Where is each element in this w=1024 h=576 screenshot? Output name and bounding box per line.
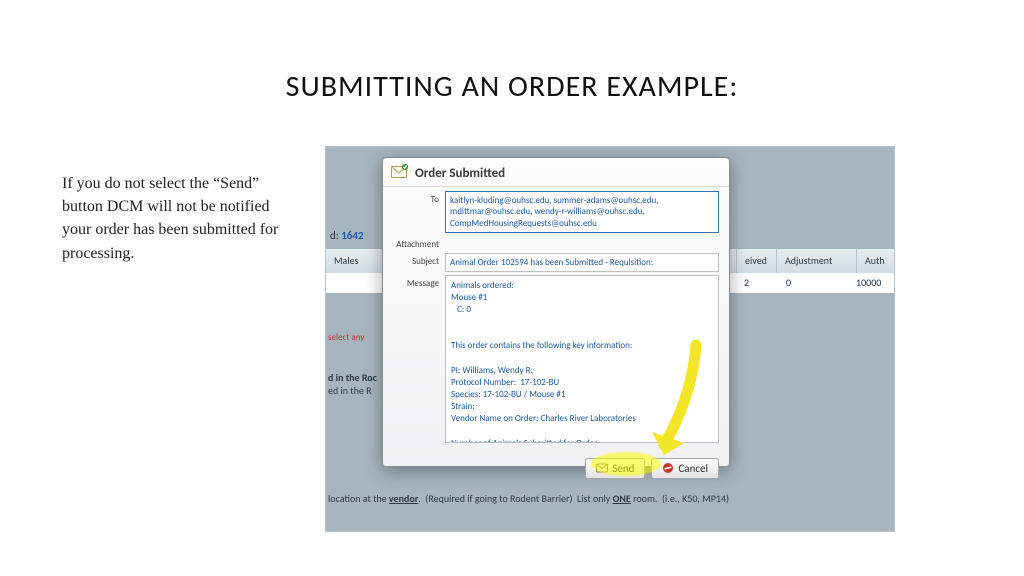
- slide: SUBMITTING AN ORDER EXAMPLE: If you do n…: [0, 0, 1024, 576]
- envelope-icon: [596, 462, 608, 474]
- send-button[interactable]: Send: [585, 458, 645, 479]
- dialog-title-bar: Order Submitted: [383, 158, 729, 187]
- app-screenshot: d: 1642 Males eived Adjustment Auth 2 0 …: [325, 146, 895, 532]
- bg-id: d: 1642: [326, 229, 364, 242]
- subject-field[interactable]: Animal Order 102594 has been Submitted -…: [445, 253, 719, 272]
- order-submitted-dialog: Order Submitted To kaitlyn-kluding@ouhsc…: [382, 157, 730, 467]
- dialog-footer: Send Cancel: [383, 452, 729, 487]
- bg-footer-text: location at the vendor. (Required if goi…: [328, 492, 892, 505]
- send-label: Send: [612, 462, 634, 475]
- dialog-title: Order Submitted: [415, 166, 505, 181]
- cancel-icon: [662, 462, 674, 474]
- subject-label: Subject: [393, 253, 445, 267]
- bg-red-text: select any: [328, 332, 364, 343]
- attachment-label: Attachment: [393, 236, 445, 250]
- slide-title: SUBMITTING AN ORDER EXAMPLE:: [0, 68, 1024, 105]
- dialog-body: To kaitlyn-kluding@ouhsc.edu, summer-ada…: [383, 187, 729, 452]
- cancel-button[interactable]: Cancel: [651, 458, 719, 479]
- cancel-label: Cancel: [678, 462, 708, 475]
- message-label: Message: [393, 275, 445, 289]
- instruction-text: If you do not select the “Send” button D…: [62, 172, 302, 265]
- message-field[interactable]: Animals ordered: Mouse #1 C: 0 This orde…: [445, 275, 719, 443]
- to-label: To: [393, 191, 445, 205]
- bg-rodent-text: d in the Roc ed in the R: [328, 371, 377, 397]
- mail-icon: [391, 164, 409, 182]
- to-field[interactable]: kaitlyn-kluding@ouhsc.edu, summer-adams@…: [445, 191, 719, 233]
